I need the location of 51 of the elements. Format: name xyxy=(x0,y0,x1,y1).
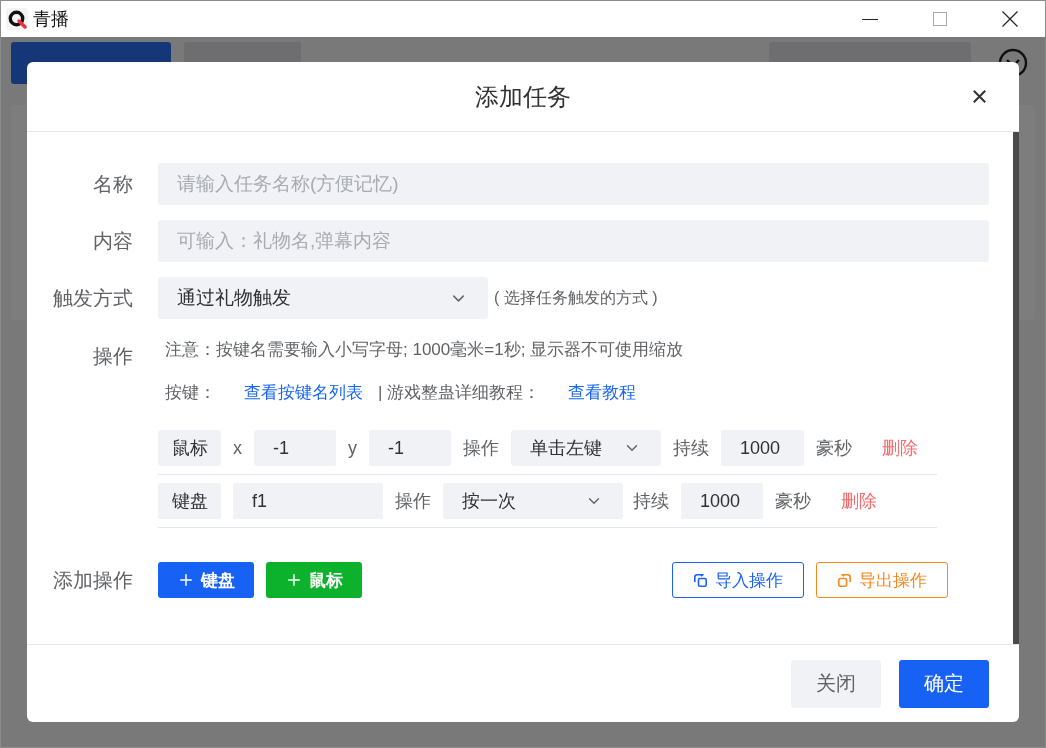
text-input[interactable]: 可输入：礼物名,弹幕内容 xyxy=(158,220,989,262)
confirm-button[interactable]: 确定 xyxy=(899,659,989,708)
field-label: 内容 xyxy=(92,228,133,254)
x-label: x xyxy=(233,437,242,459)
close-icon xyxy=(1002,11,1018,27)
key-list-link[interactable]: 查看按键名列表 xyxy=(244,380,363,404)
plus-icon xyxy=(285,571,303,589)
duration-label: 持续 xyxy=(633,490,669,513)
field-label: 操作 xyxy=(92,344,133,369)
field-label: 名称 xyxy=(92,171,133,197)
maximize-icon xyxy=(933,12,947,26)
action-label: 操作 xyxy=(463,437,499,460)
delete-link[interactable]: 删除 xyxy=(841,489,877,513)
action-select[interactable]: 按一次 xyxy=(443,483,623,519)
key-input[interactable]: f1 xyxy=(233,483,383,519)
duration-input[interactable]: 1000 xyxy=(721,430,804,466)
y-label: y xyxy=(348,437,357,459)
type-tag: 鼠标 xyxy=(158,430,221,466)
rotate-square-icon xyxy=(693,573,707,587)
duration-label: 持续 xyxy=(673,437,709,460)
rotate-square-icon xyxy=(837,573,851,587)
unit-label: 豪秒 xyxy=(775,490,811,513)
trigger-select[interactable]: 通过礼物触发 xyxy=(158,277,488,319)
duration-input[interactable]: 1000 xyxy=(681,483,763,519)
delete-link[interactable]: 删除 xyxy=(882,436,918,460)
action-select[interactable]: 单击左键 xyxy=(511,430,661,466)
field-label: 触发方式 xyxy=(52,285,133,311)
import-button[interactable]: 导入操作 xyxy=(672,562,804,598)
trigger-hint: ( 选择任务触发的方式 ) xyxy=(494,287,658,308)
close-button[interactable] xyxy=(970,87,988,106)
add-operation-button[interactable]: 键盘 xyxy=(158,562,254,598)
app-logo-icon xyxy=(6,8,28,30)
plus-icon xyxy=(177,571,195,589)
close-icon xyxy=(972,90,986,103)
keys-label: 按键： xyxy=(165,381,216,404)
y-input[interactable]: -1 xyxy=(369,430,451,466)
scrollbar-thumb[interactable] xyxy=(1013,132,1019,644)
text-input[interactable]: 请输入任务名称(方便记忆) xyxy=(158,163,989,205)
type-tag: 键盘 xyxy=(158,483,221,519)
dialog-title: 添加任务 xyxy=(475,81,571,112)
action-label: 操作 xyxy=(395,490,431,513)
minimize-icon xyxy=(862,18,878,20)
window-title: 青播 xyxy=(33,8,70,31)
unit-label: 豪秒 xyxy=(816,437,852,460)
tutorial-link[interactable]: 查看教程 xyxy=(568,380,637,404)
field-label: 添加操作 xyxy=(52,567,133,593)
add-operation-button[interactable]: 鼠标 xyxy=(266,562,362,598)
tutorial-label: | 游戏整蛊详细教程： xyxy=(378,381,541,404)
note-text: 注意：按键名需要输入小写字母; 1000毫米=1秒; 显示器不可使用缩放 xyxy=(165,338,684,361)
x-input[interactable]: -1 xyxy=(254,430,336,466)
cancel-button[interactable]: 关闭 xyxy=(791,659,881,708)
